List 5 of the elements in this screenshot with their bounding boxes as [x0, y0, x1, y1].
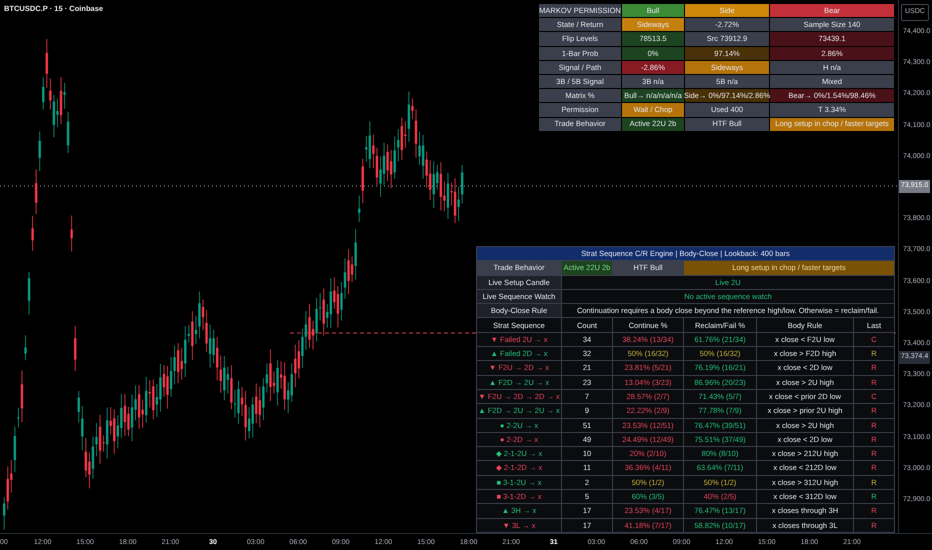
candlestick	[24, 334, 27, 361]
candlestick	[74, 326, 76, 372]
candlestick	[70, 215, 73, 252]
candlestick	[66, 111, 70, 154]
candlestick	[28, 271, 30, 315]
